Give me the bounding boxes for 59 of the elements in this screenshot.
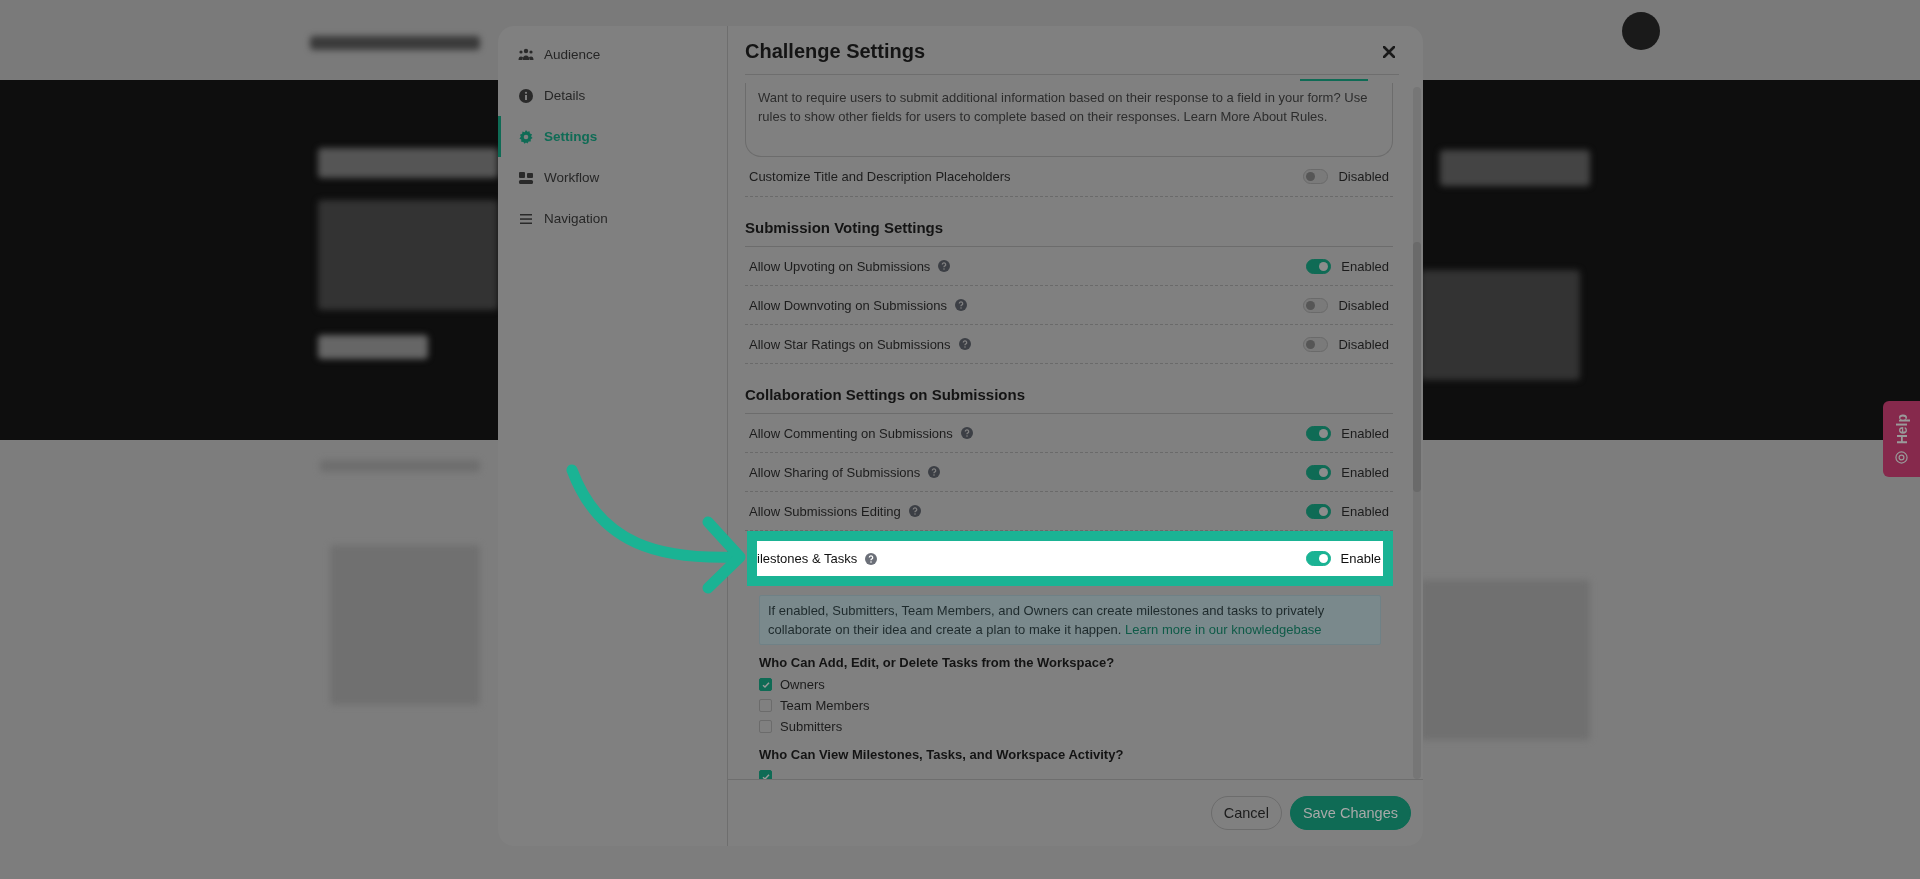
setting-label: Allow Upvoting on Submissions [749,258,931,274]
sidebar-item[interactable]: Audience [498,34,727,75]
checkbox-label: Owners [780,677,825,692]
sidebar-item[interactable]: Details [498,75,727,116]
toggle-switch[interactable] [1303,336,1329,352]
status-label: Enabled [1341,464,1389,480]
help-icon[interactable] [938,260,951,272]
section-heading: Submission Voting Settings [745,197,1393,247]
users-icon [518,46,534,63]
toggle-switch[interactable] [1305,551,1331,566]
sidebar-item[interactable]: Navigation [498,198,727,239]
status-label: Enabled [1341,425,1389,441]
help-tab[interactable]: Help [1883,401,1920,477]
setting-label: Allow Submissions Editing [749,503,901,519]
status-label: Enabled [1341,258,1389,274]
checkbox[interactable] [759,678,772,691]
gear-icon [518,128,534,145]
status-label: Enabled [1341,503,1389,519]
toggle-switch[interactable] [1303,169,1329,184]
group-heading: Who Can View Milestones, Tasks, and Workspace Activity? [759,747,1125,762]
help-icon[interactable] [958,338,971,350]
status-label: Disabled [1338,297,1389,313]
help-icon[interactable] [908,505,921,517]
checkbox-label: Submitters [780,719,843,734]
setting-label: Allow Sharing of Submissions [749,464,921,480]
workflow-icon [518,169,534,186]
toggle-switch[interactable] [1303,297,1329,313]
status-label: Disabled [1338,169,1389,184]
modal-title: Challenge Settings [745,39,926,63]
toggle-switch[interactable] [1306,425,1332,441]
checkbox-label: Team Members [780,698,870,713]
info-icon [518,87,534,104]
setting-label: Customize Title and Description Placeholders [749,169,1011,184]
help-icon[interactable] [928,466,941,478]
lifebuoy-icon [1895,450,1908,464]
setting-label: Allow Star Ratings on Submissions [749,336,951,352]
cancel-button[interactable]: Cancel [1210,796,1282,830]
button-edge [1300,79,1368,81]
sidebar-item[interactable]: Workflow [498,157,727,198]
help-icon[interactable] [865,552,878,565]
check-icon [761,772,770,779]
setting-label: ilestones & Tasks [757,551,858,566]
toggle-switch[interactable] [1306,503,1332,519]
info-message: If enabled, Submitters, Team Members, and Owners can create milestones and tasks to privately collaborate on their idea and create a plan to make it happen. Learn more in our knowledgebase [759,595,1381,645]
setting-label: Allow Downvoting on Submissions [749,297,947,313]
help-icon[interactable] [955,299,967,311]
setting-label: Allow Commenting on Submissions [749,425,953,441]
check-icon [761,680,770,689]
section-heading: Collaboration Settings on Submissions [745,364,1393,414]
avatar-icon [1622,12,1660,50]
close-icon [1383,46,1395,58]
save-button[interactable]: Save Changes [1289,796,1411,830]
toggle-switch[interactable] [1306,464,1332,480]
group-heading: Who Can Add, Edit, or Delete Tasks from the Workspace? [759,655,1116,670]
status-label: Enable [1340,551,1381,566]
help-icon[interactable] [960,427,973,439]
toggle-switch[interactable] [1306,258,1332,274]
status-label: Disabled [1338,336,1389,352]
knowledgebase-link[interactable]: Learn more in our knowledgebase [1125,622,1322,637]
